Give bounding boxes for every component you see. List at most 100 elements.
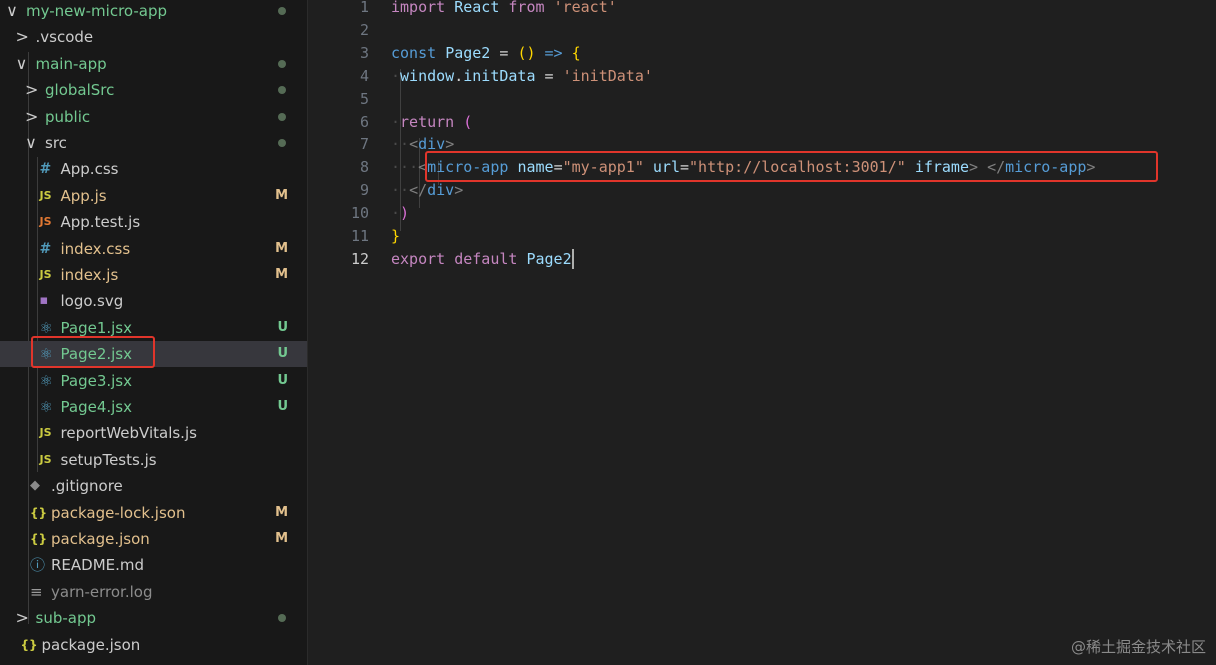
code-token: React	[454, 0, 500, 16]
tree-item-logo-svg[interactable]: ▪ logo.svg	[0, 288, 307, 314]
tree-item--vscode[interactable]: > .vscode	[0, 24, 307, 50]
tree-item-my-new-micro-app[interactable]: ∨ my-new-micro-app	[0, 0, 307, 24]
tree-item-sub-app[interactable]: > sub-app	[0, 605, 307, 631]
tree-item-label: logo.svg	[60, 292, 124, 311]
chevron-down-icon[interactable]: ∨	[16, 51, 28, 77]
tree-item-reportwebvitals-js[interactable]: JS reportWebVitals.js	[0, 420, 307, 446]
tree-item-app-js[interactable]: JS App.js M	[0, 183, 307, 209]
whitespace-marker: ·	[391, 112, 401, 131]
git-status-badge: U	[277, 399, 288, 414]
svg-file-icon: ▪	[39, 293, 49, 309]
tree-item--gitignore[interactable]: ◆ .gitignore	[0, 473, 307, 499]
line-number: 3	[359, 43, 369, 62]
chevron-right-icon[interactable]: >	[25, 77, 38, 103]
tree-item-page3-jsx[interactable]: ⚛ Page3.jsx U	[0, 368, 307, 394]
git-modified-dot	[278, 112, 286, 121]
tree-item-label: reportWebVitals.js	[60, 424, 197, 443]
tree-item-label: globalSrc	[45, 81, 115, 100]
git-modified-dot	[278, 614, 286, 623]
tree-item-label: package.json	[41, 635, 141, 654]
code-token: </	[987, 158, 1006, 177]
chevron-down-icon[interactable]: ∨	[25, 130, 37, 156]
tree-item-label: Page2.jsx	[60, 345, 132, 364]
react-file-icon: ⚛	[39, 371, 53, 390]
git-status-badge: M	[275, 187, 288, 203]
code-line-10[interactable]: ·)	[391, 202, 409, 225]
react-file-icon: ⚛	[39, 345, 53, 364]
line-number: 10	[350, 204, 369, 223]
explorer-sidebar: ∨ my-new-micro-app > .vscode ∨ main-app > globa…	[0, 0, 308, 665]
code-token: const	[391, 43, 437, 62]
code-token: import	[391, 0, 446, 16]
code-line-3[interactable]: const Page2 = () => {	[391, 42, 581, 65]
git-status-badge: M	[275, 531, 288, 546]
tree-item-package-json[interactable]: {} package.json M	[0, 526, 307, 552]
chevron-down-icon[interactable]: ∨	[6, 0, 18, 24]
line-number: 1	[359, 0, 369, 16]
tree-item-page2-jsx[interactable]: ⚛ Page2.jsx U	[0, 341, 307, 368]
tree-item-readme-md[interactable]: ⓘ README.md	[0, 552, 307, 578]
code-line-11[interactable]: }	[391, 225, 400, 248]
code-line-6[interactable]: ·return (	[391, 111, 472, 134]
watermark: @稀土掘金技术社区	[1070, 638, 1206, 656]
braces-file-icon: {}	[30, 532, 48, 546]
line-number: 2	[359, 20, 369, 39]
tree-item-package-lock-json[interactable]: {} package-lock.json M	[0, 500, 307, 526]
whitespace-marker	[978, 158, 987, 176]
tree-item-app-test-js[interactable]: JS App.test.js	[0, 209, 307, 235]
code-line-8[interactable]: ···<micro-app name="my-app1" url="http:/…	[391, 156, 1095, 179]
tree-item-package-json[interactable]: {} package.json	[0, 632, 307, 658]
code-token: .	[454, 66, 464, 85]
tree-item-label: src	[45, 134, 67, 152]
whitespace-marker	[563, 44, 572, 62]
tree-item-label: index.js	[60, 266, 119, 284]
tree-item-label: README.md	[51, 556, 145, 575]
code-token: }	[391, 227, 401, 245]
git-modified-dot	[278, 86, 286, 95]
line-number: 9	[359, 181, 369, 200]
tree-item-label: App.test.js	[60, 213, 141, 232]
chevron-right-icon[interactable]: >	[16, 605, 29, 631]
chevron-right-icon[interactable]: >	[25, 104, 38, 130]
info-file-icon: ⓘ	[30, 556, 46, 575]
code-token: name	[517, 158, 554, 177]
code-token: <	[409, 135, 419, 154]
tree-item-page4-jsx[interactable]: ⚛ Page4.jsx U	[0, 394, 307, 420]
tree-item-globalsrc[interactable]: > globalSrc	[0, 77, 307, 103]
js-file-icon: JS	[39, 188, 52, 202]
git-file-icon: ◆	[30, 478, 40, 494]
tree-item-page1-jsx[interactable]: ⚛ Page1.jsx U	[0, 315, 307, 341]
tree-item-yarn-error-log[interactable]: ≡ yarn-error.log	[0, 579, 307, 605]
tree-item-main-app[interactable]: ∨ main-app	[0, 51, 307, 77]
code-line-7[interactable]: ··<div>	[391, 133, 454, 156]
braces-file-icon: {}	[20, 637, 38, 652]
tree-item-index-css[interactable]: # index.css M	[0, 236, 307, 262]
tree-item-app-css[interactable]: # App.css	[0, 156, 307, 182]
code-line-9[interactable]: ··</div>	[391, 179, 463, 202]
whitespace-marker: ·	[391, 66, 401, 85]
react-file-icon: ⚛	[39, 398, 53, 416]
code-editor[interactable]: 1 2 3 4 5 6 7 8 9 10 11 12 import React from 'react…	[309, 0, 1216, 665]
line-number: 5	[359, 89, 369, 108]
tree-item-src[interactable]: ∨ src	[0, 130, 307, 156]
git-modified-dot	[278, 7, 286, 15]
tree-item-setuptests-js[interactable]: JS setupTests.js	[0, 447, 307, 473]
jst-file-icon: JS	[39, 215, 52, 229]
whitespace-marker: ·	[391, 204, 401, 223]
code-token: iframe	[914, 158, 969, 177]
js-file-icon: JS	[39, 426, 52, 440]
code-token: =	[544, 66, 554, 85]
code-token: Page2	[445, 43, 491, 62]
chevron-right-icon[interactable]: >	[16, 24, 29, 50]
code-line-4[interactable]: ·window.initData = 'initData'	[391, 65, 653, 88]
git-modified-dot	[278, 139, 286, 147]
code-line-1[interactable]: import React from 'react'	[391, 0, 617, 19]
whitespace-marker: ·	[391, 181, 401, 200]
tree-item-label: index.css	[60, 239, 131, 258]
tree-item-public[interactable]: > public	[0, 104, 307, 130]
whitespace-marker	[454, 113, 463, 131]
tree-item-index-js[interactable]: JS index.js M	[0, 262, 307, 288]
code-token: >	[454, 181, 464, 200]
code-line-12[interactable]: export default Page2	[391, 248, 574, 271]
tree-item-label: setupTests.js	[60, 450, 157, 469]
